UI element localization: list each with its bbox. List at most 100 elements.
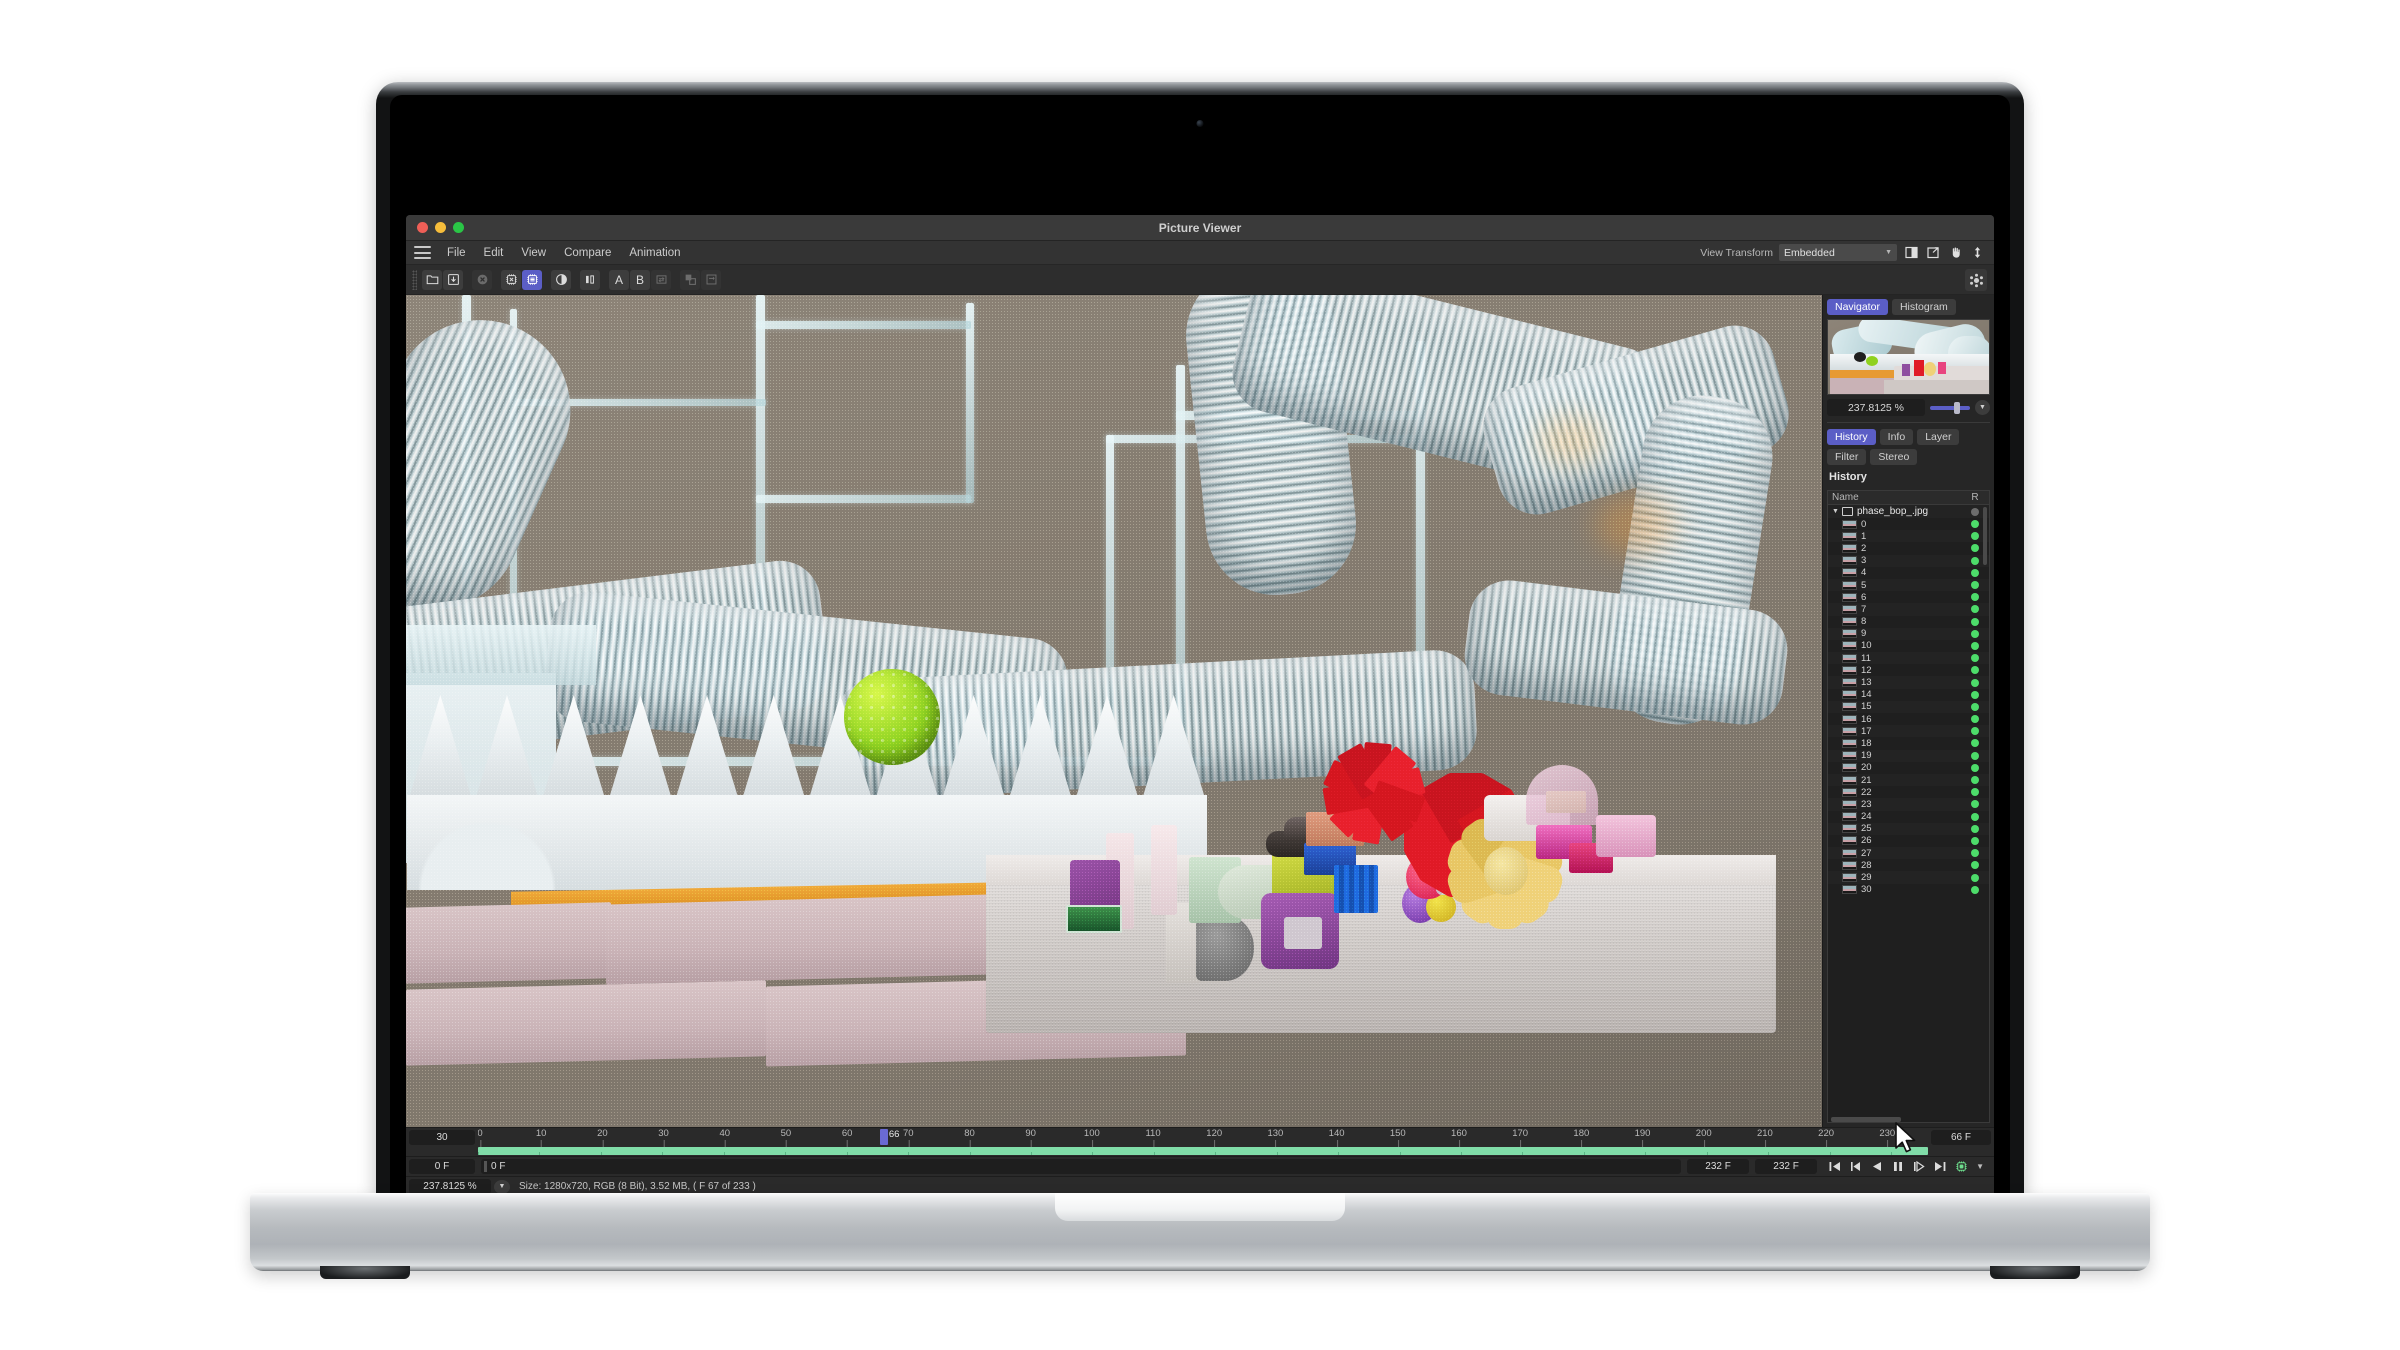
view-transform-select[interactable]: Embedded ▼ xyxy=(1779,244,1897,261)
split-view-icon[interactable] xyxy=(1903,245,1919,261)
history-item-row[interactable]: 5 xyxy=(1828,578,1989,592)
menu-item-file[interactable]: File xyxy=(438,245,475,261)
history-item-row[interactable]: 8 xyxy=(1828,616,1989,628)
save-download-button[interactable] xyxy=(443,269,463,290)
toolbar-drag-handle[interactable] xyxy=(412,269,417,290)
external-window-icon[interactable] xyxy=(1925,245,1941,261)
history-item-row[interactable]: 3 xyxy=(1828,554,1989,567)
history-item-row[interactable]: 6 xyxy=(1828,591,1989,603)
fps-field[interactable]: 30 xyxy=(409,1129,475,1145)
history-item-row[interactable]: 2 xyxy=(1828,542,1989,554)
history-item-row[interactable]: 19 xyxy=(1828,749,1989,762)
history-item-row[interactable]: 15 xyxy=(1828,700,1989,713)
close-window-button[interactable] xyxy=(417,222,428,233)
timeline-options-caret-icon[interactable]: ▼ xyxy=(1976,1162,1984,1171)
history-item-row[interactable]: 18 xyxy=(1828,737,1989,749)
out-point-field[interactable]: 232 F xyxy=(1687,1159,1750,1174)
history-item-row[interactable]: 29 xyxy=(1828,871,1989,884)
render-cache-button[interactable] xyxy=(1954,1161,1968,1173)
history-vertical-scrollbar[interactable] xyxy=(1983,507,1987,565)
step-back-button[interactable] xyxy=(1849,1161,1863,1173)
go-to-start-button[interactable] xyxy=(1828,1161,1842,1173)
image-canvas[interactable] xyxy=(406,295,1822,1127)
history-item-row[interactable]: 22 xyxy=(1828,786,1989,798)
tab-filter[interactable]: Filter xyxy=(1827,449,1867,465)
history-item-row[interactable]: 14 xyxy=(1828,689,1989,701)
swap-buffer-button[interactable] xyxy=(651,269,671,290)
history-item-row[interactable]: 17 xyxy=(1828,725,1989,738)
menu-item-view[interactable]: View xyxy=(512,245,555,261)
chevron-down-icon: ▼ xyxy=(1885,249,1892,256)
history-item-row[interactable]: 27 xyxy=(1828,847,1989,860)
history-item-row[interactable]: 25 xyxy=(1828,822,1989,835)
menu-item-animation[interactable]: Animation xyxy=(620,245,689,261)
timeline-track[interactable] xyxy=(478,1147,1928,1155)
play-forward-button[interactable] xyxy=(1912,1161,1926,1173)
tab-info[interactable]: Info xyxy=(1879,429,1914,445)
status-dropdown-icon[interactable]: ▼ xyxy=(494,1179,510,1194)
history-item-row[interactable]: 7 xyxy=(1828,603,1989,616)
vertical-resize-icon[interactable] xyxy=(1969,245,1985,261)
zoom-slider-knob[interactable] xyxy=(1954,401,1960,414)
timeline-playhead[interactable] xyxy=(879,1128,888,1145)
maximize-window-button[interactable] xyxy=(453,222,464,233)
buffer-b-button[interactable]: B xyxy=(630,269,650,290)
history-item-row[interactable]: 30 xyxy=(1828,884,1989,896)
zoom-slider[interactable] xyxy=(1930,401,1970,414)
open-folder-button[interactable] xyxy=(422,269,442,290)
history-item-row[interactable]: 21 xyxy=(1828,773,1989,787)
history-item-row[interactable]: 12 xyxy=(1828,664,1989,676)
history-item-row[interactable]: 24 xyxy=(1828,811,1989,823)
contrast-button[interactable] xyxy=(551,269,571,290)
pan-hand-icon[interactable] xyxy=(1947,245,1963,261)
tab-navigator[interactable]: Navigator xyxy=(1827,299,1888,315)
minimize-window-button[interactable] xyxy=(435,222,446,233)
hamburger-menu-icon[interactable] xyxy=(414,246,431,259)
history-item-row[interactable]: 11 xyxy=(1828,652,1989,665)
zoom-value-field[interactable]: 237.8125 % xyxy=(1827,399,1925,416)
history-item-row[interactable]: 9 xyxy=(1828,627,1989,640)
flip-button[interactable] xyxy=(580,269,600,290)
timeline-ruler[interactable]: 0 10 20 30 40 50 60 70 80 90 100 110 120 130 140 150 160… xyxy=(478,1128,1928,1147)
export-button[interactable] xyxy=(701,269,721,290)
navigator-thumbnail[interactable] xyxy=(1827,319,1990,395)
history-item-row[interactable]: 26 xyxy=(1828,835,1989,847)
history-item-row[interactable]: 1 xyxy=(1828,530,1989,543)
history-item-row[interactable]: 16 xyxy=(1828,713,1989,725)
history-item-row[interactable]: 4 xyxy=(1828,567,1989,579)
status-zoom-field[interactable]: 237.8125 % xyxy=(409,1179,491,1194)
laptop-lid: Picture Viewer File Edit View Compare An… xyxy=(376,82,2024,1200)
zoom-options-button[interactable]: ▼ xyxy=(1975,400,1990,415)
gpu-off-button[interactable] xyxy=(501,269,521,290)
history-item-row[interactable]: 23 xyxy=(1828,798,1989,811)
pause-button[interactable] xyxy=(1891,1161,1905,1173)
play-reverse-button[interactable] xyxy=(1870,1161,1884,1173)
frame-thumbnail xyxy=(1842,617,1857,627)
tab-histogram[interactable]: Histogram xyxy=(1891,299,1956,315)
tab-stereo[interactable]: Stereo xyxy=(1870,449,1918,465)
close-image-button[interactable] xyxy=(472,269,492,290)
tab-layer[interactable]: Layer xyxy=(1917,429,1960,445)
history-item-row[interactable]: 20 xyxy=(1828,762,1989,774)
menu-item-compare[interactable]: Compare xyxy=(555,245,620,261)
window-traffic-lights[interactable] xyxy=(406,222,464,233)
total-frames-field[interactable]: 232 F xyxy=(1755,1159,1818,1174)
history-item-row[interactable]: 0 xyxy=(1828,518,1989,530)
buffer-a-button[interactable]: A xyxy=(609,269,629,290)
history-item-row[interactable]: 28 xyxy=(1828,859,1989,871)
duplicate-button[interactable] xyxy=(680,269,700,290)
history-item-row[interactable]: 10 xyxy=(1828,640,1989,652)
current-frame-field[interactable]: 0 F xyxy=(481,1159,1682,1174)
range-end-field[interactable]: 66 F xyxy=(1931,1129,1991,1145)
history-rows[interactable]: ▼ phase_bop_.jpg 0 1 2 3 4 5 6 7 8 9 10 11 12 13 14 15 16 1… xyxy=(1828,505,1989,1115)
go-to-end-button[interactable] xyxy=(1933,1161,1947,1173)
gpu-on-button[interactable] xyxy=(522,269,542,290)
history-item-row[interactable]: 13 xyxy=(1828,676,1989,689)
tab-history[interactable]: History xyxy=(1827,429,1876,445)
history-root-row[interactable]: ▼ phase_bop_.jpg xyxy=(1828,505,1989,518)
molecule-settings-icon[interactable] xyxy=(1965,269,1987,291)
current-frame-handle[interactable] xyxy=(484,1161,487,1172)
menu-item-edit[interactable]: Edit xyxy=(475,245,513,261)
start-frame-field[interactable]: 0 F xyxy=(409,1159,475,1174)
chevron-down-icon[interactable]: ▼ xyxy=(1832,508,1839,515)
